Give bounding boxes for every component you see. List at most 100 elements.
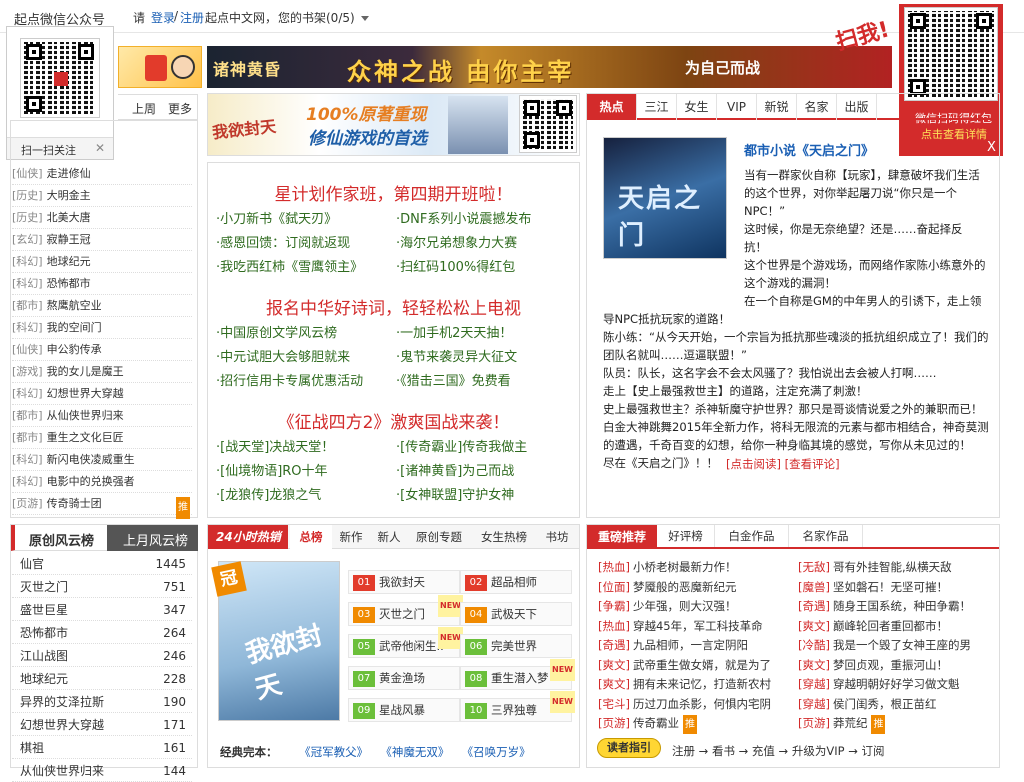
game-banner-top[interactable]: 诸神黄昏 众神之战 由你主宰 为自己而战 [207, 46, 892, 88]
book-blurb[interactable]: 随身王国系统，种田争霸！ [833, 599, 971, 613]
hot-tab[interactable]: 书坊 [538, 525, 576, 549]
recommend-item[interactable]: [奇遇] 随身王国系统，种田争霸！ [798, 597, 971, 616]
list-item[interactable]: [科幻] 我的空间门 [12, 317, 192, 339]
news-link[interactable]: ·[战天堂]决战天堂！ [216, 436, 334, 455]
recommend-item[interactable]: [爽文] 武帝重生做女婿，就是为了 [598, 656, 771, 675]
ranking-row[interactable]: 棋祖 161 [12, 737, 192, 759]
game-banner-middle[interactable]: 我欲封天 100%原著重现 修仙游戏的首选 [207, 93, 580, 156]
book-title[interactable]: 棋祖 [20, 737, 44, 759]
news-link[interactable]: ·[仙境物语]RO十年 [216, 460, 328, 479]
login-link[interactable]: 登录 [151, 9, 175, 26]
tab-4[interactable]: VIP [717, 94, 757, 120]
book-blurb[interactable]: 梦回贞观，重振河山！ [833, 658, 948, 672]
recommend-item[interactable]: [魔兽] 坚如磐石！无坚可摧！ [798, 578, 948, 597]
list-item[interactable]: [历史] 大明金主 [12, 185, 192, 207]
news-link[interactable]: ·[女神联盟]守护女神 [396, 484, 514, 503]
book-title[interactable]: 重生潜入梦 [491, 671, 549, 685]
book-title[interactable]: 电影中的兑换强者 [47, 475, 135, 488]
book-blurb[interactable]: 历过刀血杀影，何惧内宅阴 [633, 697, 771, 711]
ranking-row[interactable]: 地球纪元 228 [12, 668, 192, 690]
list-item[interactable]: [科幻] 新闪电侠凌威重生 [12, 449, 192, 471]
tab-last-month-ranking[interactable]: 上月风云榜 [123, 530, 188, 549]
ranking-row[interactable]: 幻想世界大穿越 171 [12, 714, 192, 736]
book-title[interactable]: 完美世界 [491, 639, 537, 653]
news-link[interactable]: ·中国原创文学风云榜 [216, 322, 337, 341]
list-item[interactable]: [都市] 熬鹰航空业 [12, 295, 192, 317]
list-item[interactable]: [仙侠] 申公豹传承 [12, 339, 192, 361]
more-link[interactable]: 更多 [168, 100, 192, 117]
recommend-item[interactable]: [位面] 梦魇般的恶魔新纪元 [598, 578, 736, 597]
book-title[interactable]: 盛世巨星 [20, 599, 68, 621]
tab-original-ranking[interactable]: 原创风云榜 [29, 530, 94, 549]
news-link[interactable]: ·[诸神黄昏]为己而战 [396, 460, 514, 479]
book-title[interactable]: 申公豹传承 [47, 343, 102, 356]
recommend-item[interactable]: [热血] 穿越45年，军工科技革命 [598, 617, 763, 636]
list-item[interactable]: [仙侠] 走进修仙 [12, 163, 192, 185]
list-item[interactable]: [科幻] 地球纪元 [12, 251, 192, 273]
register-link[interactable]: 注册 [180, 9, 204, 26]
hot-list-item[interactable]: 06 完美世界 [460, 634, 572, 658]
news-link[interactable]: ·小刀新书《弑天刃》 [216, 208, 337, 227]
hot-list-item[interactable]: 07 黄金渔场 [348, 666, 460, 690]
book-title[interactable]: 熬鹰航空业 [47, 299, 102, 312]
news-link[interactable]: ·《猎击三国》免费看 [396, 370, 511, 389]
ranking-row[interactable]: 江山战图 246 [12, 645, 192, 667]
news-link[interactable]: ·中元试胆大会够胆就来 [216, 346, 350, 365]
book-blurb[interactable]: 巅峰轮回者重回都市！ [833, 619, 948, 633]
book-title[interactable]: 仙官 [20, 553, 44, 575]
news-link[interactable]: ·DNF系列小说震撼发布 [396, 208, 531, 227]
hot-list-item[interactable]: 10 三界独尊 NEW [460, 691, 575, 722]
bookshelf-dropdown[interactable]: 您的书架(0/5) [278, 9, 369, 26]
news-link[interactable]: ·鬼节来袭灵异大征文 [396, 346, 517, 365]
book-title[interactable]: 寂静王冠 [47, 233, 91, 246]
recommend-item[interactable]: [爽文] 巅峰轮回者重回都市！ [798, 617, 948, 636]
recommend-item[interactable]: [冷酷] 我是一个毁了女神王座的男 [798, 636, 971, 655]
book-title[interactable]: 超品相师 [491, 575, 537, 589]
tab-6[interactable]: 名家 [797, 94, 837, 120]
hot-tab[interactable]: 新人 [370, 525, 408, 549]
book-title[interactable]: 北美大唐 [47, 211, 91, 224]
book-cover-tianqizhimen[interactable]: 天启之门 [603, 137, 727, 259]
news-link[interactable]: ·扫红码100%得红包 [396, 256, 515, 275]
tab-7[interactable]: 出版 [837, 94, 877, 120]
recommend-item[interactable]: [穿越] 侯门闺秀，根正苗红 [798, 695, 936, 714]
book-blurb[interactable]: 坚如磐石！无坚可摧！ [833, 580, 948, 594]
book-title[interactable]: 我欲封天 [379, 575, 425, 589]
ranking-row[interactable]: 异界的艾泽拉斯 190 [12, 691, 192, 713]
list-item[interactable]: [科幻] 电影中的兑换强者 [12, 471, 192, 493]
hot-list-item[interactable]: 08 重生潜入梦 NEW [460, 659, 575, 690]
list-item[interactable]: [玄幻] 寂静王冠 [12, 229, 192, 251]
reader-guide-label[interactable]: 读者指引 [597, 738, 661, 758]
book-title[interactable]: 地球纪元 [20, 668, 68, 690]
recommend-item[interactable]: [页游] 莽荒纪推 [798, 714, 886, 734]
book-title[interactable]: 传奇骑士团 [47, 497, 102, 510]
book-blurb[interactable]: 少年强，则大汉强！ [633, 599, 737, 613]
tab-3[interactable]: 女生 [677, 94, 717, 120]
hot-tab[interactable]: 女生热榜 [470, 525, 538, 549]
list-item[interactable]: [都市] 重生之文化巨匠 [12, 427, 192, 449]
book-title[interactable]: 恐怖都市 [20, 622, 68, 644]
view-comments-link[interactable]: [查看评论] [785, 457, 840, 471]
ranking-row[interactable]: 仙官 1445 [12, 553, 192, 575]
book-blurb[interactable]: 武帝重生做女婿，就是为了 [633, 658, 771, 672]
book-blurb[interactable]: 九品相师，一言定阴阳 [633, 638, 748, 652]
news-headline-2[interactable]: 报名中华好诗词，轻轻松松上电视 [207, 294, 580, 319]
ranking-row[interactable]: 从仙侠世界归来 144 [12, 760, 192, 782]
book-title[interactable]: 江山战图 [20, 645, 68, 667]
book-title[interactable]: 黄金渔场 [379, 671, 425, 685]
hot-list-item[interactable]: 04 武极天下 [460, 602, 572, 626]
news-link[interactable]: ·我吃西红柿《雪鹰领主》 [216, 256, 363, 275]
list-item[interactable]: [游戏] 我的女儿是魔王 [12, 361, 192, 383]
hot-tab[interactable]: 原创专题 [408, 525, 470, 549]
reader-guide-steps[interactable]: 注册 → 看书 → 充值 → 升级为VIP → 订阅 [672, 743, 884, 759]
recommend-item[interactable]: [页游] 传奇霸业推 [598, 714, 697, 734]
classic-book-link[interactable]: 《冠军教父》 [299, 745, 368, 759]
news-link[interactable]: ·[龙狼传]龙狼之气 [216, 484, 321, 503]
book-blurb[interactable]: 传奇霸业 [633, 716, 679, 730]
book-title[interactable]: 从仙侠世界归来 [47, 409, 124, 422]
red-packet-promo[interactable] [118, 46, 202, 88]
list-item[interactable]: [历史] 北美大唐 [12, 207, 192, 229]
ranking-row[interactable]: 恐怖都市 264 [12, 622, 192, 644]
recommend-item[interactable]: [奇遇] 九品相师，一言定阴阳 [598, 636, 748, 655]
book-title[interactable]: 恐怖都市 [47, 277, 91, 290]
